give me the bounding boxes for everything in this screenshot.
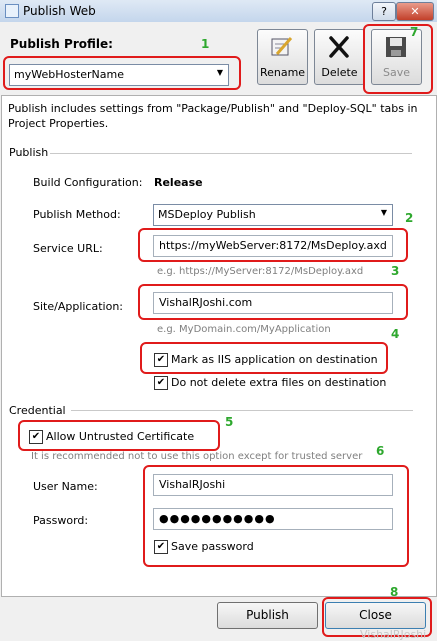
username-label: User Name: [33,480,98,493]
mark-iis-checkbox[interactable]: ✔ [154,353,168,367]
save-label: Save [382,66,410,79]
save-password-label: Save password [171,540,254,553]
rename-icon [271,37,293,56]
chevron-down-icon: ▼ [216,68,223,77]
site-application-hint: e.g. MyDomain.com/MyApplication [157,324,331,335]
publish-method-dropdown[interactable]: MSDeploy Publish ▼ [153,204,393,226]
annotation-number-2: 2 [405,211,414,225]
password-label: Password: [33,514,89,527]
publish-method-label: Publish Method: [33,208,121,221]
publish-method-value: MSDeploy Publish [158,208,256,221]
annotation-number-6: 6 [376,444,385,458]
window-icon [5,4,19,18]
annotation-number-3: 3 [391,264,400,278]
site-application-value: VishalRJoshi.com [159,296,253,309]
build-config-label: Build Configuration: [33,176,143,189]
password-value: ●●●●●●●●●●● [159,512,276,525]
floppy-disk-icon [386,37,406,57]
build-config-value: Release [154,176,203,189]
site-application-label: Site/Application: [33,300,123,313]
close-button[interactable]: Close [325,602,426,629]
publish-profile-label: Publish Profile: [10,37,113,51]
allow-untrusted-label: Allow Untrusted Certificate [46,430,195,443]
username-value: VishalRJoshi [159,478,226,491]
delete-x-icon [329,36,349,58]
username-input[interactable]: VishalRJoshi [153,474,393,496]
rename-label: Rename [259,66,306,79]
help-button[interactable]: ? [372,2,396,21]
annotation-number-7: 7 [410,25,419,39]
publish-button[interactable]: Publish [217,602,318,629]
site-application-input[interactable]: VishalRJoshi.com [153,292,393,314]
allow-untrusted-checkbox[interactable]: ✔ [29,430,43,444]
info-text: Publish includes settings from "Package/… [8,102,418,130]
window-close-button[interactable]: ✕ [396,2,434,21]
annotation-number-8: 8 [390,585,399,599]
delete-button[interactable]: Delete [314,29,365,85]
password-input[interactable]: ●●●●●●●●●●● [153,508,393,530]
annotation-number-4: 4 [391,327,400,341]
service-url-value: https://myWebServer:8172/MsDeploy.axd [159,239,387,252]
annotation-number-1: 1 [201,37,210,51]
credential-section-title: Credential [9,404,66,417]
service-url-hint: e.g. https://MyServer:8172/MsDeploy.axd [157,266,364,277]
save-password-checkbox[interactable]: ✔ [154,540,168,554]
service-url-label: Service URL: [33,242,103,255]
annotation-number-5: 5 [225,415,234,429]
untrusted-warning: It is recommended not to use this option… [31,451,363,462]
rename-button[interactable]: Rename [257,29,308,85]
mark-iis-label: Mark as IIS application on destination [171,353,378,366]
publish-profile-dropdown[interactable]: myWebHosterName ▼ [9,64,229,86]
publish-section-title: Publish [9,146,49,159]
chevron-down-icon: ▼ [380,208,387,217]
do-not-delete-label: Do not delete extra files on destination [171,376,387,389]
publish-section-divider [50,153,412,154]
delete-label: Delete [321,66,358,79]
window-title: Publish Web [23,4,96,18]
credential-section-divider [71,410,413,411]
watermark: VishalRJoshi [360,628,427,641]
publish-profile-value: myWebHosterName [14,68,124,81]
do-not-delete-checkbox[interactable]: ✔ [154,376,168,390]
service-url-input[interactable]: https://myWebServer:8172/MsDeploy.axd [153,235,393,257]
